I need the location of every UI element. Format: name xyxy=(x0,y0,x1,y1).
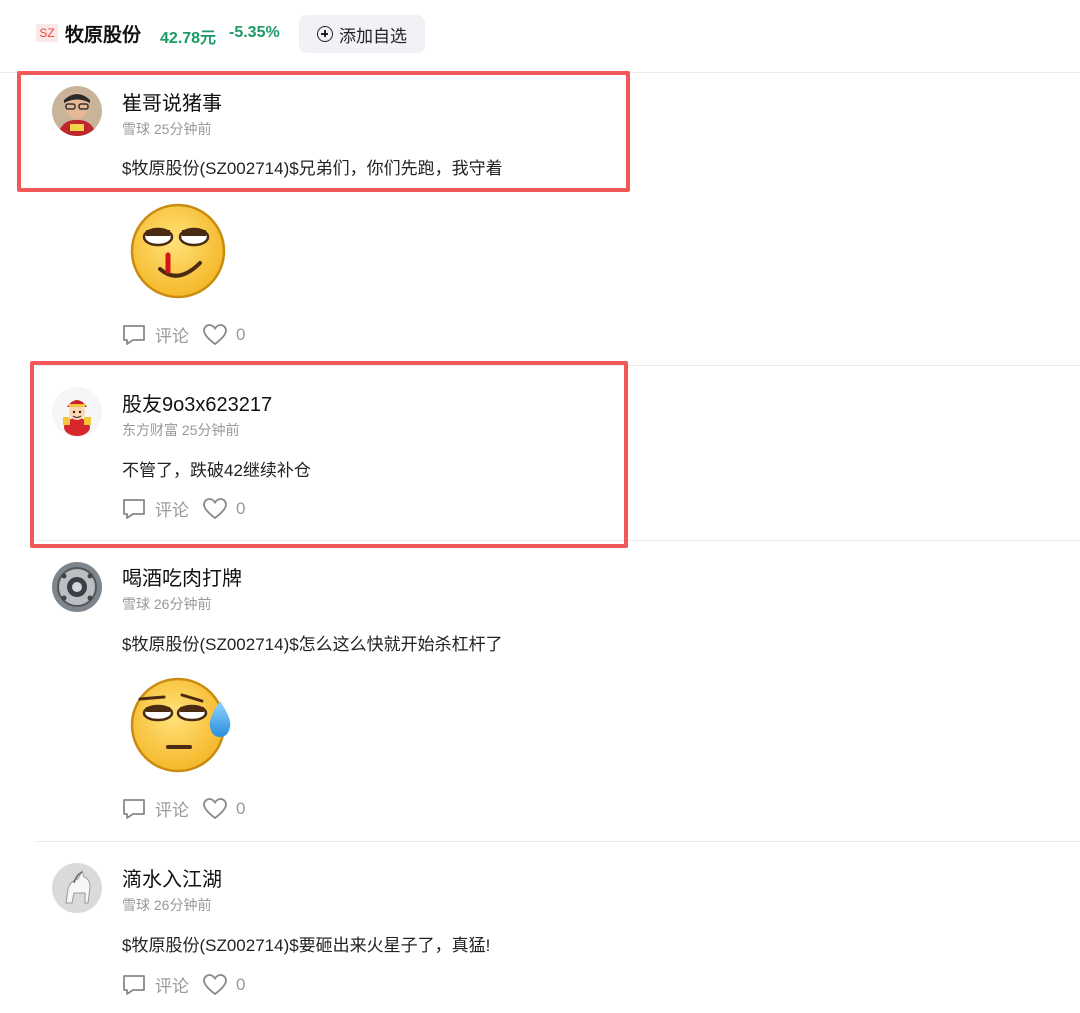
comment-label: 评论 xyxy=(155,977,189,996)
post-meta: 雪球 26分钟前 xyxy=(122,594,211,614)
comment-icon xyxy=(123,798,145,819)
heart-icon xyxy=(203,973,227,995)
post-item: 喝酒吃肉打牌 雪球 26分钟前 $牧原股份(SZ002714)$怎么这么快就开始… xyxy=(0,541,1080,842)
stock-price: 42.78元 xyxy=(160,30,217,47)
heart-icon xyxy=(203,797,227,819)
heart-icon xyxy=(203,497,227,519)
like-button[interactable]: 0 xyxy=(203,323,246,346)
username[interactable]: 滴水入江湖 xyxy=(122,863,222,892)
comment-label: 评论 xyxy=(155,801,189,820)
username[interactable]: 喝酒吃肉打牌 xyxy=(122,562,242,591)
comment-button[interactable]: 评论 xyxy=(122,972,189,997)
post-meta: 雪球 26分钟前 xyxy=(122,895,211,915)
comment-button[interactable]: 评论 xyxy=(122,496,189,521)
like-button[interactable]: 0 xyxy=(203,973,246,996)
like-count: 0 xyxy=(236,498,246,518)
comment-label: 评论 xyxy=(155,501,189,520)
post-source: 雪球 xyxy=(122,596,150,612)
post-content[interactable]: $牧原股份(SZ002714)$兄弟们，你们先跑，我守着 xyxy=(122,154,503,179)
like-count: 0 xyxy=(236,324,246,344)
post-meta: 东方财富 25分钟前 xyxy=(122,420,239,440)
post-time: 26分钟前 xyxy=(153,596,212,612)
post-source: 雪球 xyxy=(122,121,150,137)
sweat-emoji xyxy=(130,677,231,773)
comment-icon xyxy=(123,974,145,995)
comment-label: 评论 xyxy=(155,327,189,346)
post-actions: 评论 0 xyxy=(122,972,245,997)
avatar[interactable] xyxy=(52,562,102,612)
post-meta: 雪球 25分钟前 xyxy=(122,119,211,139)
post-actions: 评论 0 xyxy=(122,496,245,521)
exchange-badge: SZ xyxy=(36,24,58,42)
like-button[interactable]: 0 xyxy=(203,797,246,820)
post-source: 雪球 xyxy=(122,897,150,913)
avatar[interactable] xyxy=(52,863,102,913)
heart-icon xyxy=(203,323,227,345)
like-count: 0 xyxy=(236,974,246,994)
comment-icon xyxy=(123,324,145,345)
post-actions: 评论 0 xyxy=(122,322,245,347)
post-content[interactable]: $牧原股份(SZ002714)$怎么这么快就开始杀杠杆了 xyxy=(122,630,503,655)
add-to-watchlist-button[interactable]: 添加自选 xyxy=(299,15,425,53)
plus-circle-icon xyxy=(317,26,333,42)
post-time: 26分钟前 xyxy=(153,897,212,913)
post-source: 东方财富 xyxy=(122,422,178,438)
stock-change-percent: -5.35% xyxy=(229,24,280,41)
post-time: 25分钟前 xyxy=(181,422,240,438)
username[interactable]: 崔哥说猪事 xyxy=(122,87,222,116)
avatar[interactable] xyxy=(52,387,102,437)
add-to-watchlist-label: 添加自选 xyxy=(339,26,407,46)
post-item: 崔哥说猪事 雪球 25分钟前 $牧原股份(SZ002714)$兄弟们，你们先跑，… xyxy=(0,73,1080,366)
comment-button[interactable]: 评论 xyxy=(122,322,189,347)
post-time: 25分钟前 xyxy=(153,121,212,137)
post-content[interactable]: $牧原股份(SZ002714)$要砸出来火星子了，真猛! xyxy=(122,931,490,956)
username[interactable]: 股友9o3x623217 xyxy=(122,388,272,417)
stock-header: SZ 牧原股份 42.78元 -5.35% 添加自选 xyxy=(0,0,1080,73)
like-button[interactable]: 0 xyxy=(203,497,246,520)
post-divider xyxy=(36,365,1080,366)
stock-name[interactable]: 牧原股份 xyxy=(65,20,141,47)
avatar[interactable] xyxy=(52,86,102,136)
post-item: 滴水入江湖 雪球 26分钟前 $牧原股份(SZ002714)$要砸出来火星子了，… xyxy=(0,842,1080,1013)
like-count: 0 xyxy=(236,798,246,818)
comment-icon xyxy=(123,498,145,519)
post-content[interactable]: 不管了，跌破42继续补仓 xyxy=(122,456,311,481)
post-actions: 评论 0 xyxy=(122,796,245,821)
comment-button[interactable]: 评论 xyxy=(122,796,189,821)
post-item: 股友9o3x623217 东方财富 25分钟前 不管了，跌破42继续补仓 评论 … xyxy=(0,367,1080,541)
smirk-nosebleed-emoji xyxy=(130,203,226,299)
